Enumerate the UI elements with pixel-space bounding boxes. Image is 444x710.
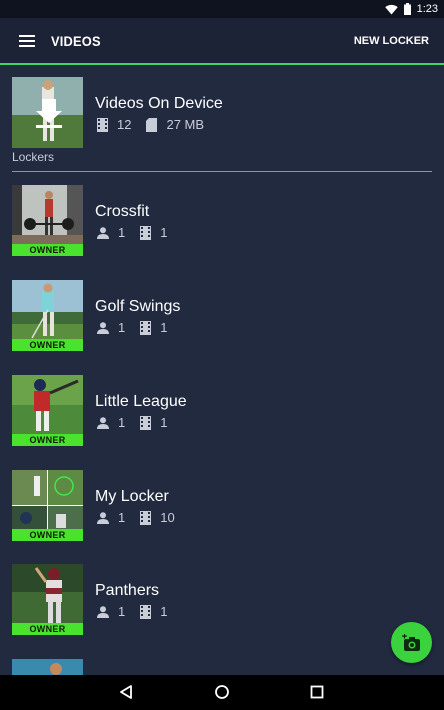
- locker-meta: 1 1: [97, 415, 167, 430]
- add-video-fab[interactable]: [391, 622, 432, 663]
- locker-thumbnail: OWNER: [12, 185, 83, 256]
- owner-badge: OWNER: [12, 623, 83, 635]
- locker-item-my-locker[interactable]: OWNER My Locker 1 10: [0, 470, 444, 545]
- new-locker-button[interactable]: NEW LOCKER: [354, 35, 429, 47]
- locker-meta: 1 1: [97, 320, 167, 335]
- locker-thumbnail: OWNER: [12, 280, 83, 351]
- lockers-section-label: Lockers: [12, 150, 55, 164]
- locker-name: My Locker: [95, 488, 169, 505]
- locker-thumbnail: OWNER: [12, 470, 83, 541]
- wifi-icon: [384, 4, 398, 14]
- locker-thumbnail: [12, 659, 83, 675]
- add-video-camera-icon: [401, 633, 420, 651]
- locker-name: Crossfit: [95, 203, 150, 220]
- locker-name: Little League: [95, 393, 187, 410]
- person-icon: [97, 605, 109, 618]
- locker-item-golf-swings[interactable]: OWNER Golf Swings 1 1: [0, 280, 444, 355]
- recents-icon[interactable]: [310, 684, 324, 700]
- device-meta: 12 27 MB: [97, 117, 204, 132]
- locker-video-count: 1: [160, 415, 168, 430]
- film-icon: [140, 415, 152, 430]
- owner-badge: OWNER: [12, 339, 83, 351]
- person-icon: [97, 226, 109, 239]
- locker-member-count: 1: [118, 510, 126, 525]
- locker-thumbnail: OWNER: [12, 375, 83, 446]
- sd-card-icon: [146, 117, 158, 132]
- locker-video-count: 1: [160, 604, 168, 619]
- home-icon[interactable]: [214, 684, 230, 700]
- film-icon: [140, 604, 152, 619]
- menu-icon[interactable]: [19, 35, 35, 47]
- owner-badge: OWNER: [12, 434, 83, 446]
- videos-on-device-row[interactable]: Videos On Device 12 27 MB: [0, 77, 444, 152]
- device-storage: 27 MB: [166, 117, 205, 132]
- locker-video-count: 10: [160, 510, 175, 525]
- locker-member-count: 1: [118, 225, 126, 240]
- divider: [12, 171, 432, 172]
- film-icon: [97, 117, 108, 132]
- locker-video-count: 1: [160, 320, 168, 335]
- person-icon: [97, 416, 109, 429]
- status-bar: 1:23: [0, 0, 444, 18]
- locker-meta: 1 1: [97, 225, 167, 240]
- locker-item-partial[interactable]: [0, 659, 444, 675]
- person-icon: [97, 321, 109, 334]
- device-title: Videos On Device: [95, 95, 223, 112]
- locker-name: Golf Swings: [95, 298, 181, 315]
- status-time: 1:23: [416, 3, 438, 15]
- locker-member-count: 1: [118, 415, 126, 430]
- film-icon: [140, 320, 152, 335]
- device-thumbnail: [12, 77, 83, 148]
- locker-name: Panthers: [95, 582, 160, 599]
- owner-badge: OWNER: [12, 244, 83, 256]
- locker-member-count: 1: [118, 320, 126, 335]
- locker-list[interactable]: Videos On Device 12 27 MB Lockers OWNER …: [0, 67, 444, 675]
- locker-item-crossfit[interactable]: OWNER Crossfit 1 1: [0, 185, 444, 260]
- locker-item-little-league[interactable]: OWNER Little League 1 1: [0, 375, 444, 450]
- locker-meta: 1 10: [97, 510, 175, 525]
- locker-thumbnail: OWNER: [12, 564, 83, 635]
- film-icon: [140, 225, 152, 240]
- app-bar: VIDEOS NEW LOCKER: [0, 18, 444, 65]
- locker-item-panthers[interactable]: OWNER Panthers 1 1: [0, 564, 444, 639]
- system-nav-bar: [0, 675, 444, 710]
- locker-member-count: 1: [118, 604, 126, 619]
- locker-video-count: 1: [160, 225, 168, 240]
- battery-icon: [403, 3, 411, 15]
- person-icon: [97, 511, 109, 524]
- page-title: VIDEOS: [51, 33, 101, 49]
- film-icon: [140, 510, 152, 525]
- owner-badge: OWNER: [12, 529, 83, 541]
- locker-meta: 1 1: [97, 604, 167, 619]
- device-video-count: 12: [117, 117, 132, 132]
- back-icon[interactable]: [118, 684, 134, 700]
